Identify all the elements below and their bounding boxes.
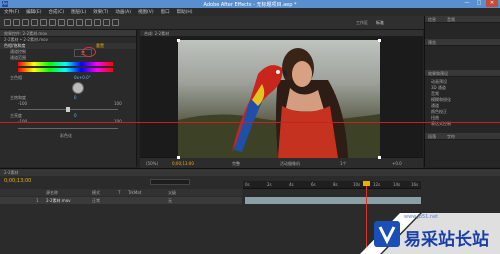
saturation-min: -100 bbox=[18, 101, 28, 106]
hand-tool-icon[interactable] bbox=[13, 19, 20, 26]
info-tab-bar: 信息 音频 bbox=[425, 16, 500, 23]
lightness-slider[interactable] bbox=[18, 128, 118, 129]
menu-help[interactable]: 帮助(H) bbox=[177, 9, 193, 15]
bounding-handle-icon[interactable] bbox=[177, 39, 180, 42]
brush-tool-icon[interactable] bbox=[85, 19, 92, 26]
ruler-tick: 2s bbox=[267, 182, 272, 187]
zoom-tool-icon[interactable] bbox=[22, 19, 29, 26]
preview-tab[interactable]: 预览 bbox=[428, 40, 436, 46]
viewer-tab-bar: 合成: 2-2素材 bbox=[140, 30, 423, 37]
rotate-tool-icon[interactable] bbox=[31, 19, 38, 26]
bounding-handle-icon[interactable] bbox=[378, 156, 381, 159]
camera-tool-icon[interactable] bbox=[40, 19, 47, 26]
watermark-logo-icon bbox=[374, 221, 400, 247]
effects-tab-bar: 效果和预设 bbox=[425, 70, 500, 77]
audio-tab[interactable]: 音频 bbox=[447, 17, 455, 23]
camera-select[interactable]: 活动摄像机 bbox=[280, 161, 300, 167]
bounding-handle-icon[interactable] bbox=[177, 156, 180, 159]
eraser-tool-icon[interactable] bbox=[103, 19, 110, 26]
composition-tab[interactable]: 合成: 2-2素材 bbox=[144, 31, 169, 37]
current-time[interactable]: 0;00;13;00 bbox=[172, 161, 194, 166]
menu-animation[interactable]: 动画(A) bbox=[115, 9, 131, 15]
views-select[interactable]: 1个 bbox=[340, 161, 347, 167]
timeline-tab[interactable]: 2-2素材 bbox=[4, 170, 19, 176]
composition-frame-image[interactable] bbox=[178, 40, 380, 158]
close-button[interactable]: ✕ bbox=[486, 0, 498, 7]
watermark-site-name: 易采站长站 bbox=[404, 230, 489, 250]
ruler-tick: 10s bbox=[353, 182, 361, 187]
workspace-label: 工作区 bbox=[356, 20, 368, 25]
ruler-tick: 6s bbox=[311, 182, 316, 187]
time-ruler[interactable]: 0s 2s 4s 6s 8s 10s 12s 14s 16s bbox=[243, 181, 421, 189]
colorize-label[interactable]: 彩色化 bbox=[60, 133, 72, 139]
menu-view[interactable]: 视图(V) bbox=[138, 9, 154, 15]
exposure-value[interactable]: +0.0 bbox=[392, 161, 402, 166]
workspace-select[interactable]: 标准 bbox=[376, 20, 384, 26]
app-logo-icon: Ae bbox=[2, 1, 8, 7]
saturation-slider-handle[interactable] bbox=[66, 107, 70, 112]
menu-window[interactable]: 窗口 bbox=[161, 9, 170, 15]
selection-tool-icon[interactable] bbox=[4, 19, 11, 26]
playhead-handle-icon[interactable] bbox=[363, 181, 370, 186]
menu-effect[interactable]: 效果(T) bbox=[93, 9, 108, 15]
timeline-tab-bar: 2-2素材 bbox=[0, 169, 500, 176]
layer-duration-bar[interactable] bbox=[245, 197, 421, 204]
bounding-handle-icon[interactable] bbox=[378, 39, 381, 42]
pen-tool-icon[interactable] bbox=[67, 19, 74, 26]
zoom-select[interactable]: (50%) bbox=[146, 161, 158, 166]
ruler-tick: 14s bbox=[393, 182, 401, 187]
maximize-button[interactable]: □ bbox=[473, 0, 485, 7]
layer-column-header: 源名称 模式 T TrkMat 父级 bbox=[0, 189, 242, 196]
col-t: T bbox=[118, 190, 121, 195]
master-saturation-value[interactable]: 0 bbox=[74, 95, 77, 100]
pan-behind-tool-icon[interactable] bbox=[49, 19, 56, 26]
menu-file[interactable]: 文件(F) bbox=[4, 9, 19, 15]
effect-controls-panel: 效果控件: 2-2素材.mov 2-2素材 • 2-2素材.mov 色相/饱和度… bbox=[0, 30, 137, 167]
master-lightness-value[interactable]: 0 bbox=[74, 113, 77, 118]
timeline-search-input[interactable] bbox=[150, 179, 190, 185]
red-guide-line bbox=[0, 122, 500, 123]
timeline-timecode[interactable]: 0;00;13;00 bbox=[4, 178, 31, 184]
clone-tool-icon[interactable] bbox=[94, 19, 101, 26]
channel-range-spectrum bbox=[18, 62, 113, 66]
info-tab[interactable]: 信息 bbox=[428, 17, 436, 23]
menu-edit[interactable]: 编辑(E) bbox=[26, 9, 41, 15]
watermark: www.jb51.net 易采站长站 bbox=[360, 213, 500, 254]
saturation-max: 100 bbox=[114, 101, 122, 106]
preview-tab-bar: 预览 bbox=[425, 39, 500, 46]
minimize-button[interactable]: — bbox=[461, 0, 473, 7]
watermark-url: www.jb51.net bbox=[404, 214, 439, 220]
ruler-tick: 4s bbox=[289, 182, 294, 187]
char-tab-bar: 段落 字符 bbox=[425, 133, 500, 140]
master-hue-value[interactable]: 0x+0.0° bbox=[74, 75, 91, 80]
character-tab[interactable]: 字符 bbox=[447, 134, 455, 140]
layer-name[interactable]: 2-2素材.mov bbox=[46, 198, 71, 204]
ruler-tick: 8s bbox=[333, 182, 338, 187]
col-source-name: 源名称 bbox=[46, 190, 58, 195]
text-tool-icon[interactable] bbox=[76, 19, 83, 26]
menu-bar: 文件(F) 编辑(E) 合成(C) 图层(L) 效果(T) 动画(A) 视图(V… bbox=[0, 8, 500, 16]
channel-range-spectrum-output bbox=[18, 68, 113, 72]
layer-row[interactable]: 1 2-2素材.mov 正常 无 bbox=[0, 197, 242, 204]
menu-layer[interactable]: 图层(L) bbox=[71, 9, 86, 15]
menu-composition[interactable]: 合成(C) bbox=[48, 9, 64, 15]
panel-tab-bar: 效果控件: 2-2素材.mov bbox=[0, 30, 136, 37]
col-mode: 模式 bbox=[92, 190, 100, 195]
layer-mode[interactable]: 正常 bbox=[92, 198, 100, 204]
woman-parrot-image bbox=[178, 48, 380, 158]
ruler-tick: 16s bbox=[411, 182, 419, 187]
paragraph-tab[interactable]: 段落 bbox=[428, 134, 436, 140]
window-title: Adobe After Effects - 无标题项目.aep * bbox=[203, 2, 297, 8]
hue-dial-icon[interactable] bbox=[72, 82, 84, 94]
ruler-tick: 12s bbox=[373, 182, 381, 187]
mask-tool-icon[interactable] bbox=[58, 19, 65, 26]
col-trkmat: TrkMat bbox=[128, 190, 142, 195]
ruler-tick: 0s bbox=[245, 182, 250, 187]
resolution-select[interactable]: 完整 bbox=[232, 161, 240, 167]
puppet-tool-icon[interactable] bbox=[112, 19, 119, 26]
layer-index: 1 bbox=[36, 198, 39, 203]
layer-parent[interactable]: 无 bbox=[168, 198, 172, 204]
col-parent: 父级 bbox=[168, 190, 176, 195]
right-panels: 信息 音频 预览 效果和预设 动画预设 3D 通道 音频 模糊和锐化 通道 颜色… bbox=[424, 16, 500, 167]
